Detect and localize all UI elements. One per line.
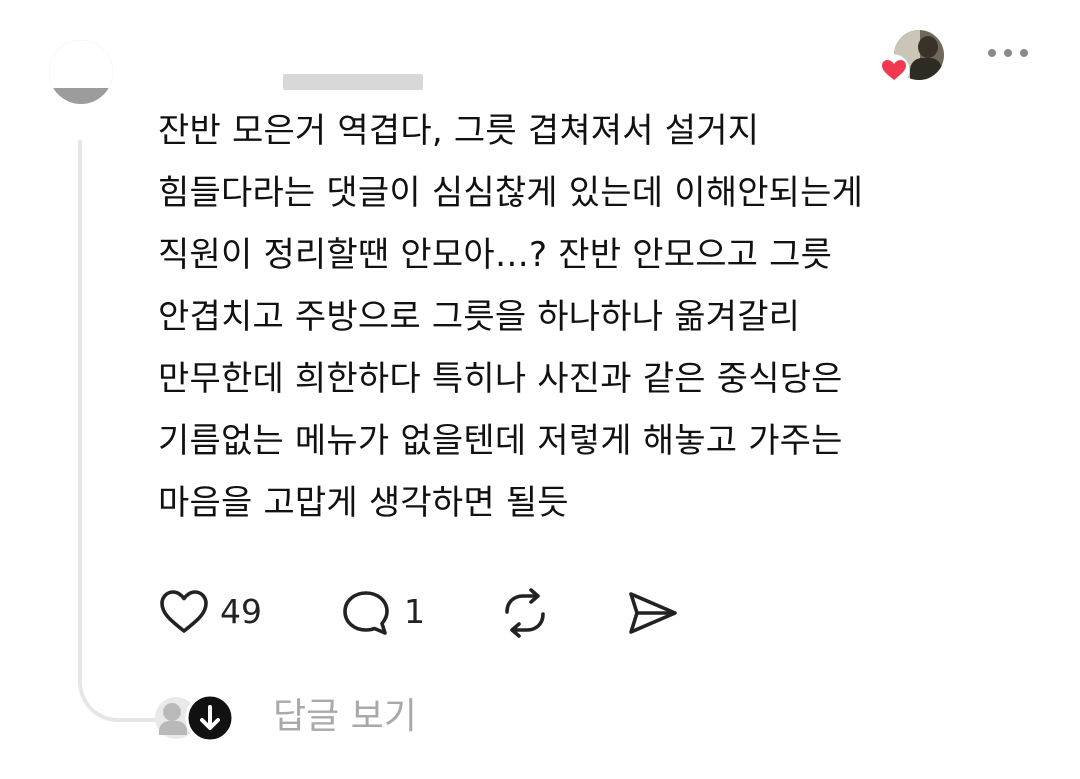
author-name-redacted (283, 74, 423, 90)
thread-line (78, 140, 156, 722)
view-replies-link[interactable]: 답글 보기 (273, 691, 417, 743)
comment-text: 잔반 모은거 역겹다, 그릇 겹쳐져서 설거지 힘들다라는 댓글이 심심찮게 있… (158, 111, 864, 523)
send-icon (629, 592, 677, 634)
reply-count: 1 (404, 592, 425, 631)
like-count: 49 (220, 592, 262, 631)
more-horizontal-icon[interactable] (988, 46, 1028, 60)
arrow-down-icon (185, 693, 235, 743)
heart-filled-icon (878, 54, 910, 86)
reply-avatars[interactable] (155, 693, 239, 743)
heart-outline-icon (160, 590, 208, 633)
like-button[interactable] (158, 588, 210, 636)
reply-button[interactable] (340, 588, 392, 636)
repost-icon (505, 588, 545, 638)
author-avatar[interactable] (49, 40, 113, 104)
share-button[interactable] (625, 588, 681, 636)
speech-bubble-icon (343, 591, 389, 635)
repost-button[interactable] (497, 588, 553, 638)
